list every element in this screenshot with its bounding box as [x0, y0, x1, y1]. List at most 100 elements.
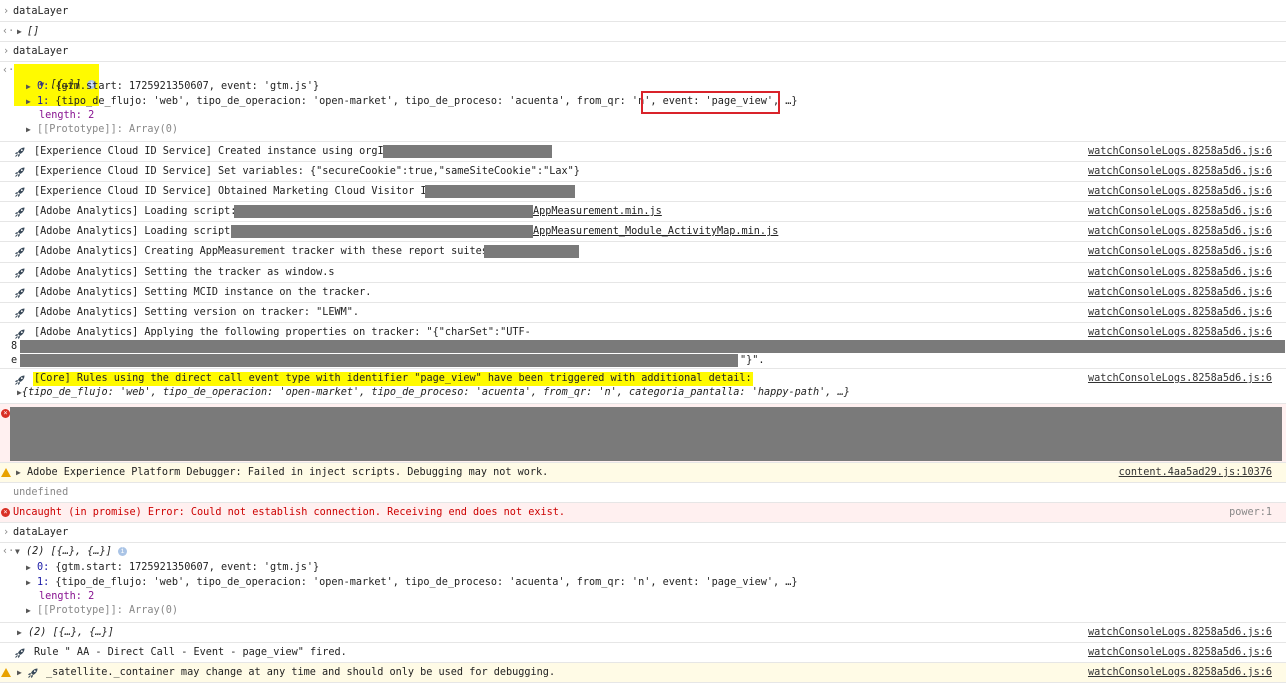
- log-message: Rule " AA - Direct Call - Event - page_v…: [34, 647, 347, 658]
- console-result-expanded[interactable]: ‹· ▼ [{…}] i ▶ 0: {gtm.start: 1725921350…: [0, 62, 1286, 142]
- array-summary[interactable]: ▼ (2) [{…}, {…}] i: [15, 545, 127, 559]
- console-log-row[interactable]: ▶ (2) [{…}, {…}] watchConsoleLogs.8258a5…: [0, 623, 1286, 643]
- source-link[interactable]: watchConsoleLogs.8258a5d6.js:6: [1088, 185, 1272, 199]
- console-log-row: [Adobe Analytics] Setting MCID instance …: [0, 283, 1286, 303]
- length-prop: length: 2: [39, 110, 95, 121]
- expand-triangle-icon[interactable]: ▶: [16, 468, 21, 477]
- core-message: [Core] Rules using the direct call event…: [33, 372, 753, 386]
- source-link[interactable]: watchConsoleLogs.8258a5d6.js:6: [1088, 372, 1272, 386]
- expand-triangle-icon[interactable]: ▶: [26, 578, 31, 587]
- source-link[interactable]: power:1: [1229, 506, 1272, 520]
- source-link[interactable]: watchConsoleLogs.8258a5d6.js:6: [1088, 326, 1272, 340]
- undefined-value: undefined: [13, 487, 69, 498]
- log-message: [Adobe Analytics] Creating AppMeasuremen…: [34, 246, 501, 257]
- item-index: 1:: [36, 96, 50, 107]
- redacted-block: [20, 340, 1285, 353]
- log-message-cont: 8: [11, 341, 18, 352]
- item-preview: {gtm.start: 1725921350607, event: 'gtm.j…: [55, 81, 320, 92]
- core-detail[interactable]: ▶{tipo_de_flujo: 'web', tipo_de_operacio…: [17, 386, 850, 400]
- rocket-icon: [14, 374, 26, 386]
- warning-row: ▶ _satellite._container may change at an…: [0, 663, 1286, 683]
- redacted-block: [231, 225, 533, 238]
- console-command: dataLayer: [13, 46, 69, 57]
- prompt-chevron-icon: ›: [3, 46, 10, 57]
- console-command: dataLayer: [13, 6, 69, 17]
- source-link[interactable]: watchConsoleLogs.8258a5d6.js:6: [1088, 626, 1272, 640]
- script-link[interactable]: AppMeasurement_Module_ActivityMap.min.js: [533, 225, 778, 239]
- console-log-row: [Adobe Analytics] Setting the tracker as…: [0, 263, 1286, 283]
- error-message: Uncaught (in promise) Error: Could not e…: [13, 507, 566, 518]
- rocket-icon: [14, 186, 26, 198]
- console-input-row: › dataLayer: [0, 523, 1286, 543]
- redacted-block: [10, 407, 1282, 461]
- console-result-expanded[interactable]: ‹· ▼ (2) [{…}, {…}] i ▶ 0: {gtm.start: 1…: [0, 543, 1286, 623]
- properties-log-row: [Adobe Analytics] Applying the following…: [0, 323, 1286, 369]
- console-log-row: [Experience Cloud ID Service] Created in…: [0, 142, 1286, 162]
- source-link[interactable]: watchConsoleLogs.8258a5d6.js:6: [1088, 666, 1272, 680]
- rocket-icon: [14, 647, 26, 659]
- error-icon: ×: [1, 409, 10, 418]
- warning-row: ▶ Adobe Experience Platform Debugger: Fa…: [0, 463, 1286, 483]
- source-link[interactable]: watchConsoleLogs.8258a5d6.js:6: [1088, 266, 1272, 280]
- prototype-prop[interactable]: ▶ [[Prototype]]: Array(0): [26, 123, 178, 137]
- log-message: [Adobe Analytics] Loading script:: [34, 206, 243, 217]
- source-link[interactable]: watchConsoleLogs.8258a5d6.js:6: [1088, 646, 1272, 660]
- collapse-triangle-icon[interactable]: ▼: [15, 547, 20, 556]
- array-summary[interactable]: []: [27, 25, 39, 39]
- source-link[interactable]: watchConsoleLogs.8258a5d6.js:6: [1088, 286, 1272, 300]
- redacted-block: [484, 245, 579, 258]
- array-item-0[interactable]: ▶ 0: {gtm.start: 1725921350607, event: '…: [26, 561, 319, 575]
- redacted-block: [234, 205, 533, 218]
- console-log-row: [Adobe Analytics] Loading script: watchC…: [0, 202, 1286, 222]
- warning-icon: [1, 668, 11, 677]
- array-item-0[interactable]: ▶ 0: {gtm.start: 1725921350607, event: '…: [26, 80, 319, 94]
- array-summary[interactable]: ▶ (2) [{…}, {…}]: [17, 626, 114, 640]
- console-log-row: Rule " AA - Direct Call - Event - page_v…: [0, 643, 1286, 663]
- console-input-row: › dataLayer: [0, 42, 1286, 62]
- expand-triangle-icon[interactable]: ▶: [26, 125, 31, 134]
- result-arrow-icon: ‹·: [2, 546, 15, 557]
- warning-message: _satellite._container may change at any …: [46, 667, 556, 678]
- item-index: 0:: [36, 81, 50, 92]
- source-link[interactable]: watchConsoleLogs.8258a5d6.js:6: [1088, 306, 1272, 320]
- expand-triangle-icon[interactable]: ▶: [26, 82, 31, 91]
- core-log-row: [Core] Rules using the direct call event…: [0, 369, 1286, 404]
- expand-triangle-icon[interactable]: ▶: [17, 628, 22, 637]
- console-log-row: [Adobe Analytics] Setting version on tra…: [0, 303, 1286, 323]
- rocket-icon: [14, 246, 26, 258]
- undefined-row: undefined: [0, 483, 1286, 503]
- expand-triangle-icon[interactable]: ▶: [26, 97, 31, 106]
- array-item-1[interactable]: ▶ 1: {tipo_de_flujo: 'web', tipo_de_oper…: [26, 576, 798, 590]
- info-icon[interactable]: i: [117, 547, 127, 556]
- log-message-cont: e: [11, 355, 18, 366]
- source-link[interactable]: watchConsoleLogs.8258a5d6.js:6: [1088, 165, 1272, 179]
- error-row: × Uncaught (in promise) Error: Could not…: [0, 503, 1286, 523]
- warning-icon: [1, 468, 11, 477]
- log-message-end: "}".: [740, 355, 765, 366]
- log-message: [Experience Cloud ID Service] Created in…: [34, 146, 396, 157]
- source-link[interactable]: content.4aa5ad29.js:10376: [1119, 466, 1272, 480]
- rocket-icon: [14, 166, 26, 178]
- prototype-prop[interactable]: ▶ [[Prototype]]: Array(0): [26, 604, 178, 618]
- log-message: [Adobe Analytics] Applying the following…: [34, 327, 531, 338]
- expand-triangle-icon[interactable]: ▶: [26, 563, 31, 572]
- expand-triangle-icon[interactable]: ▶: [17, 25, 22, 39]
- expand-triangle-icon[interactable]: ▶: [26, 606, 31, 615]
- console-log-row: [Adobe Analytics] Creating AppMeasuremen…: [0, 242, 1286, 263]
- rocket-icon: [27, 667, 39, 679]
- console-result-row[interactable]: ‹· ▶ []: [0, 22, 1286, 42]
- expand-triangle-icon[interactable]: ▶: [17, 666, 22, 680]
- source-link[interactable]: watchConsoleLogs.8258a5d6.js:6: [1088, 205, 1272, 219]
- log-message: [Experience Cloud ID Service] Set variab…: [34, 166, 580, 177]
- log-message: [Adobe Analytics] Loading script:: [34, 226, 243, 237]
- console-log-row: [Adobe Analytics] Loading script: watchC…: [0, 222, 1286, 242]
- source-link[interactable]: watchConsoleLogs.8258a5d6.js:6: [1088, 245, 1272, 259]
- script-link[interactable]: AppMeasurement.min.js: [533, 205, 662, 219]
- log-message: [Adobe Analytics] Setting MCID instance …: [34, 287, 372, 298]
- warning-message[interactable]: ▶ Adobe Experience Platform Debugger: Fa…: [16, 466, 548, 480]
- source-link[interactable]: watchConsoleLogs.8258a5d6.js:6: [1088, 225, 1272, 239]
- redacted-block: [425, 185, 575, 198]
- prompt-chevron-icon: ›: [3, 6, 10, 17]
- source-link[interactable]: watchConsoleLogs.8258a5d6.js:6: [1088, 145, 1272, 159]
- rocket-icon: [14, 307, 26, 319]
